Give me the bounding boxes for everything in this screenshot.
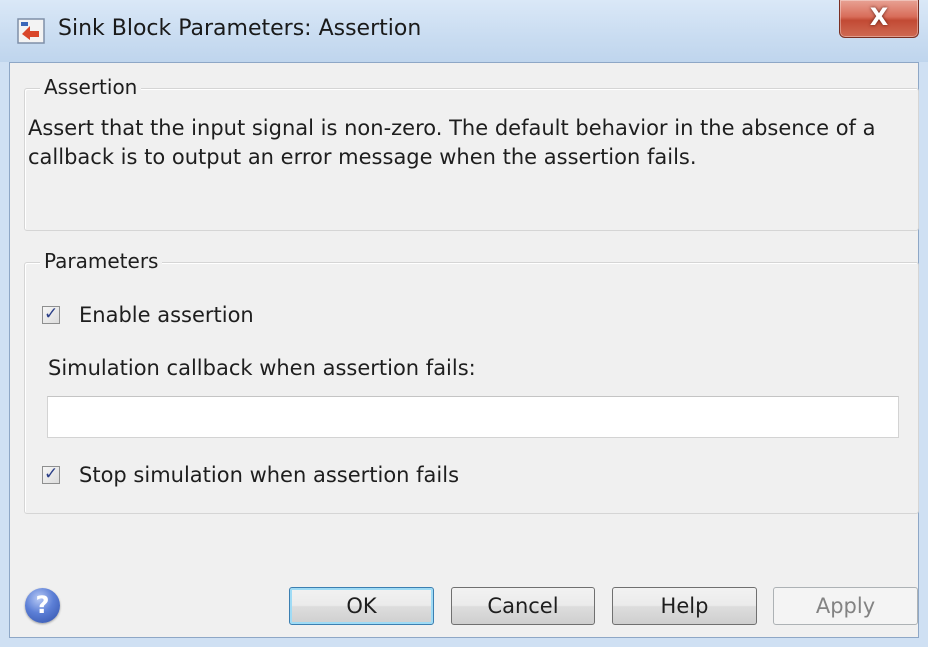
dialog-window: Sink Block Parameters: Assertion X Asser… bbox=[0, 0, 928, 647]
window-title: Sink Block Parameters: Assertion bbox=[58, 16, 422, 41]
title-bar[interactable]: Sink Block Parameters: Assertion X bbox=[0, 0, 928, 62]
close-icon: X bbox=[869, 3, 889, 31]
callback-field-label: Simulation callback when assertion fails… bbox=[48, 356, 476, 380]
help-button[interactable]: Help bbox=[612, 587, 757, 625]
enable-assertion-checkbox[interactable]: ✓ bbox=[42, 304, 60, 324]
stop-simulation-checkbox[interactable]: ✓ bbox=[42, 464, 60, 484]
assertion-description: Assert that the input signal is non-zero… bbox=[28, 116, 876, 169]
enable-assertion-label[interactable]: Enable assertion bbox=[79, 303, 254, 327]
question-mark-icon[interactable]: ? bbox=[25, 588, 60, 623]
stop-simulation-label[interactable]: Stop simulation when assertion fails bbox=[79, 463, 459, 487]
close-button[interactable]: X bbox=[839, 0, 919, 38]
assertion-group-title: Assertion bbox=[40, 75, 142, 99]
checkmark-icon: ✓ bbox=[44, 464, 59, 484]
checkmark-icon: ✓ bbox=[44, 304, 59, 324]
apply-button[interactable]: Apply bbox=[773, 587, 918, 625]
ok-button[interactable]: OK bbox=[289, 587, 434, 625]
parameters-group-title: Parameters bbox=[40, 249, 163, 273]
simulink-block-icon bbox=[17, 18, 45, 44]
callback-input[interactable] bbox=[47, 396, 899, 438]
cancel-button[interactable]: Cancel bbox=[451, 587, 595, 625]
